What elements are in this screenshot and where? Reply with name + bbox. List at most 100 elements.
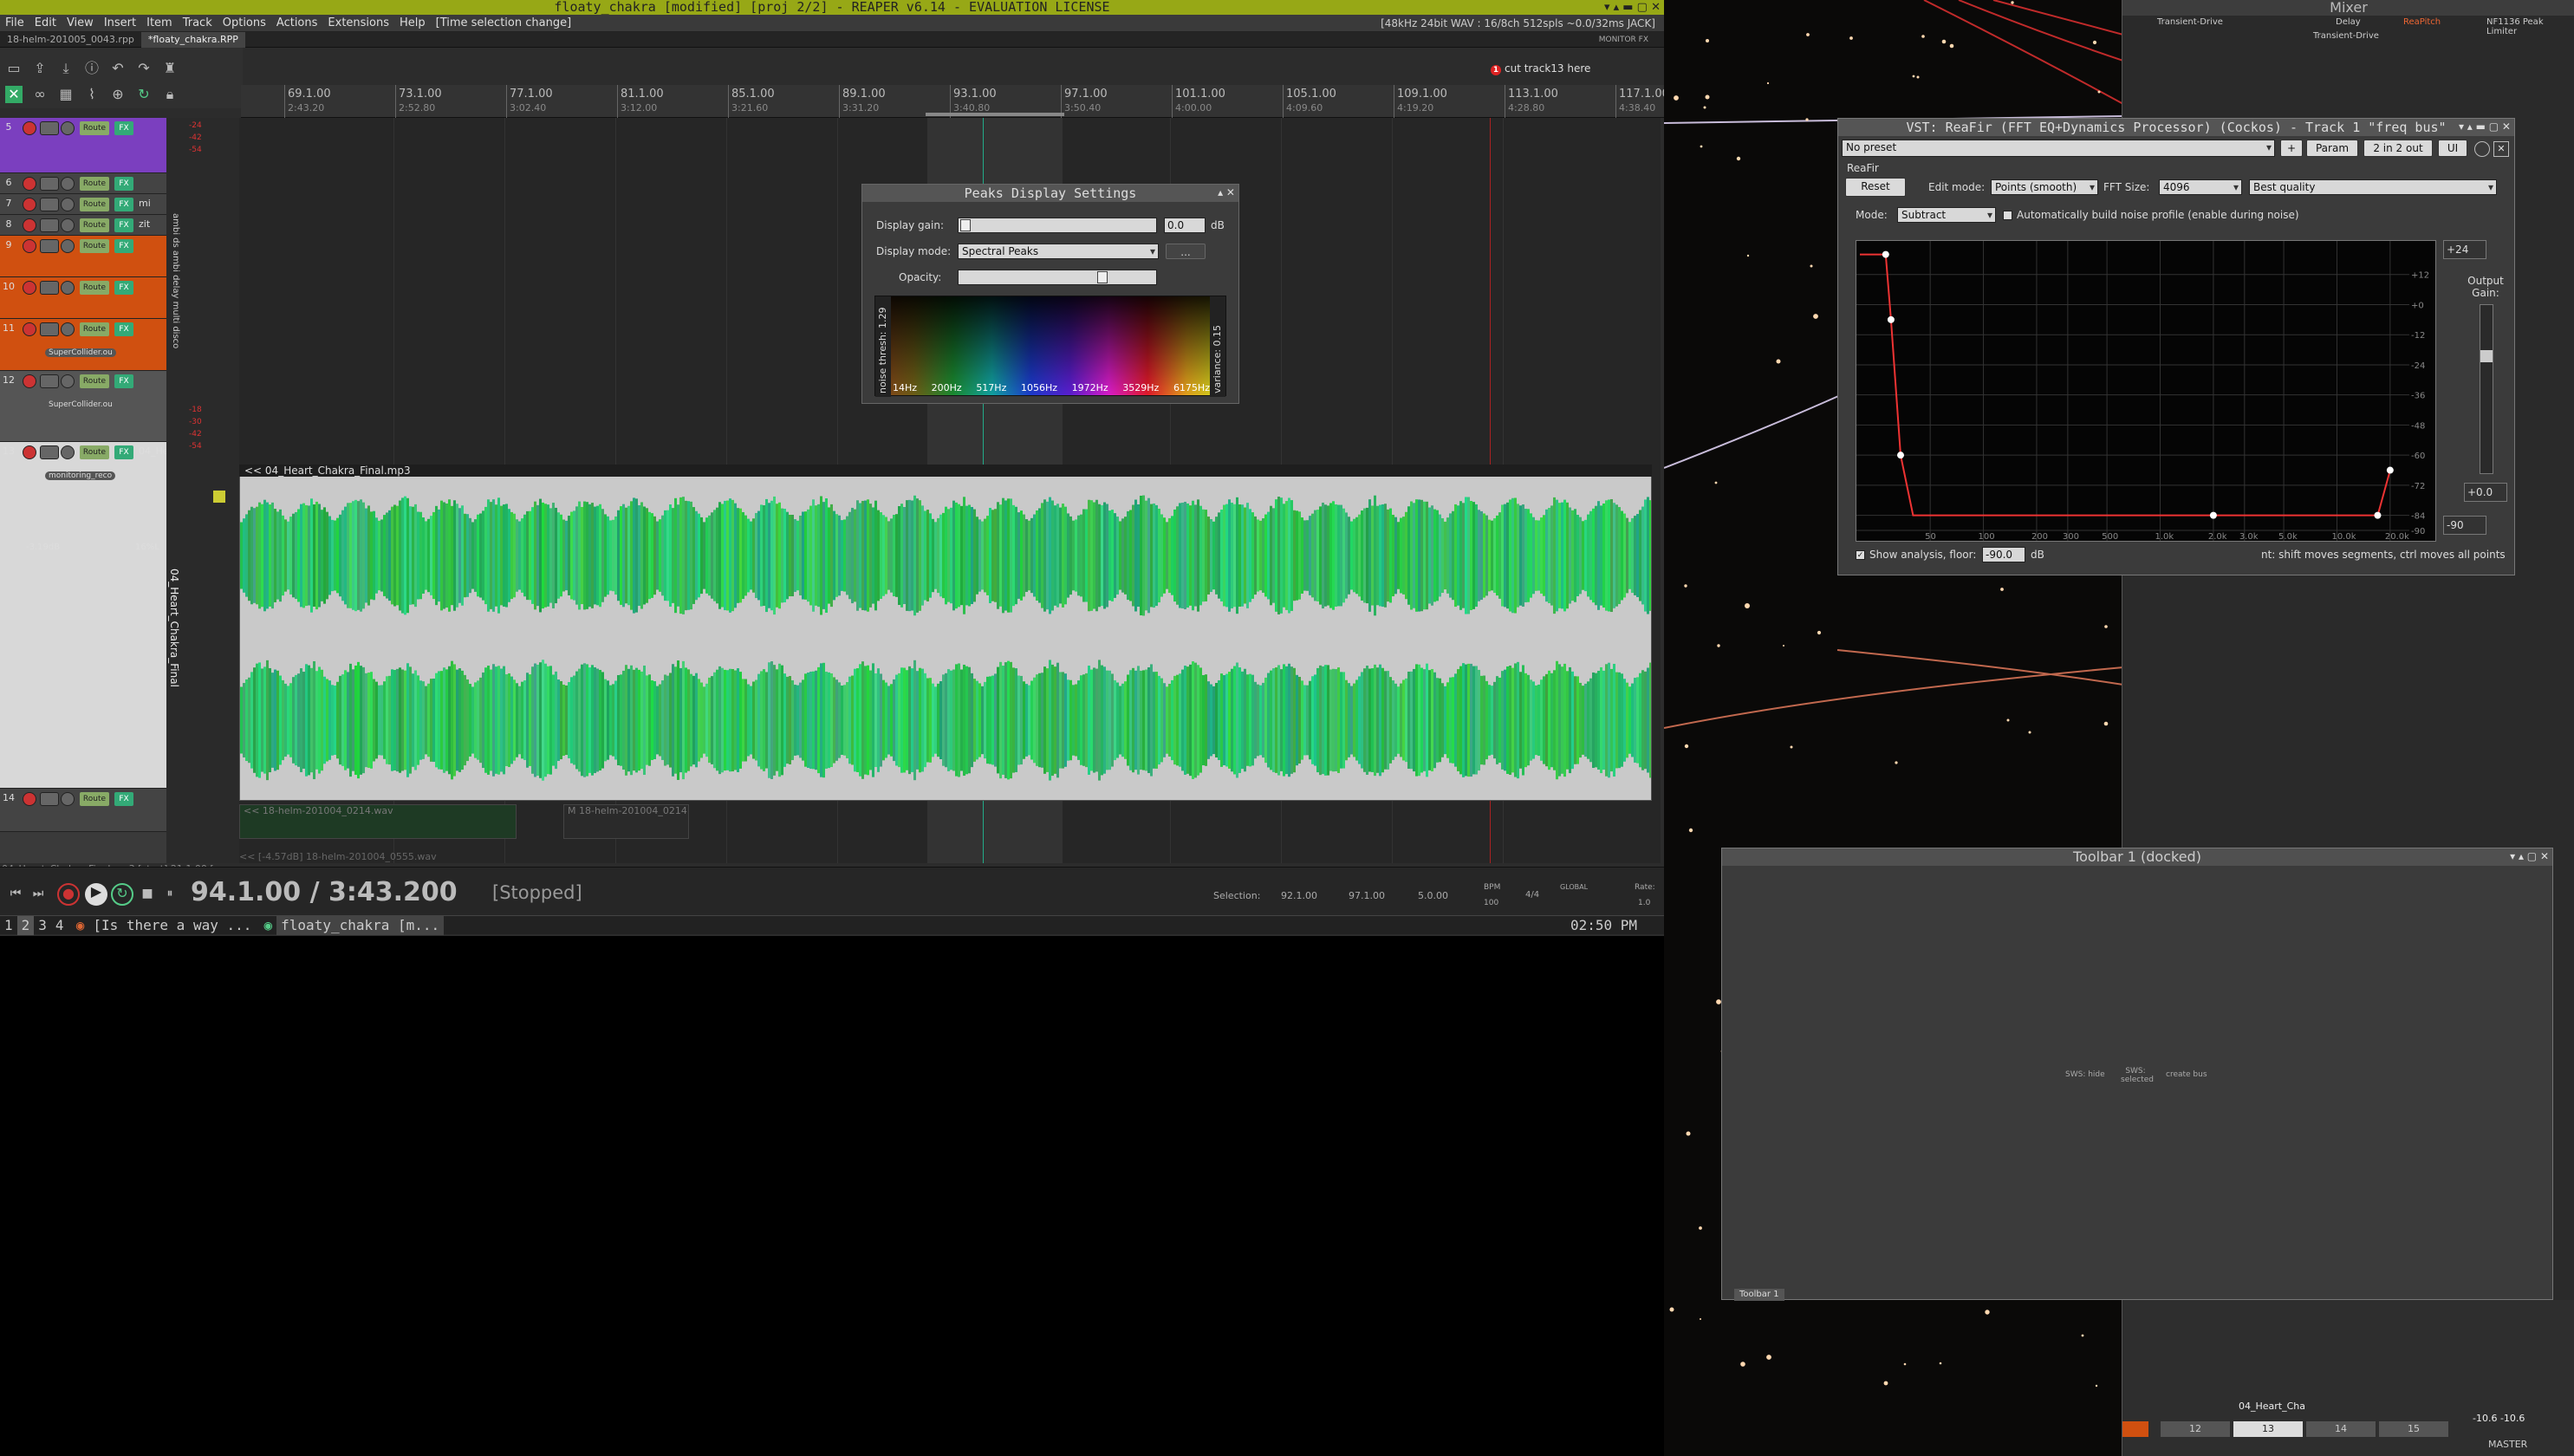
metronome-icon[interactable]: ♜ [161, 60, 179, 77]
menu-extensions[interactable]: Extensions [322, 15, 394, 32]
project-marker[interactable]: 1 cut track13 here [1491, 62, 1590, 75]
menu-item[interactable]: Item [141, 15, 178, 32]
track-header[interactable]: 8 Route FX zit [0, 215, 166, 236]
menu-view[interactable]: View [62, 15, 99, 32]
auto-noise-checkbox[interactable] [2003, 211, 2012, 220]
project-tab-2[interactable]: *floaty_chakra.RPP [140, 32, 245, 48]
workspace-1[interactable]: 1 [0, 916, 17, 935]
monitor-fx-button[interactable]: MONITOR FX [1592, 32, 1655, 48]
gain-value-input[interactable]: 0.0 [1164, 218, 1206, 233]
fx-button[interactable]: FX [114, 322, 133, 336]
media-item[interactable] [239, 465, 1652, 801]
mute-button[interactable] [40, 198, 59, 211]
mixer-channel-13[interactable]: 13 [2233, 1421, 2303, 1437]
mode-select[interactable]: Subtract [1897, 207, 1996, 223]
sws-selected-button[interactable]: SWS: selected [2121, 1067, 2154, 1084]
route-button[interactable]: Route [80, 792, 109, 806]
undo-icon[interactable]: ↶ [109, 60, 127, 77]
loop-icon[interactable]: ↻ [135, 86, 153, 103]
menu-options[interactable]: Options [218, 15, 271, 32]
record-arm-button[interactable] [23, 281, 36, 295]
record-arm-button[interactable] [23, 445, 36, 459]
solo-button[interactable] [61, 445, 75, 459]
solo-button[interactable] [61, 322, 75, 336]
taskbar-app-browser[interactable]: [Is there a way ... [88, 916, 256, 935]
record-arm-button[interactable] [23, 322, 36, 336]
mixer-channel-15[interactable]: 15 [2379, 1421, 2448, 1437]
menu-insert[interactable]: Insert [99, 15, 141, 32]
time-display[interactable]: 94.1.00 / 3:43.200 [191, 877, 458, 907]
fx-button[interactable]: FX [114, 792, 133, 806]
mute-button[interactable] [40, 792, 59, 806]
output-gain-value[interactable]: +0.0 [2464, 483, 2507, 502]
mode-options-button[interactable]: ... [1166, 244, 1206, 259]
fx-button[interactable]: FX [114, 445, 133, 459]
record-icon[interactable]: ● [57, 883, 80, 906]
redo-icon[interactable]: ↷ [135, 60, 153, 77]
project-tab-1[interactable]: 18-helm-201005_0043.rpp [0, 32, 141, 48]
fx-slot[interactable]: NF1136 Peak Limiter [2486, 17, 2574, 36]
dialog-close-icon[interactable]: ▴ ✕ [1218, 186, 1235, 198]
lock-icon[interactable]: 🔒︎ [161, 86, 179, 103]
open-project-icon[interactable]: ⇪ [31, 60, 49, 77]
opacity-slider[interactable] [958, 270, 1157, 285]
menu-edit[interactable]: Edit [29, 15, 62, 32]
record-arm-button[interactable] [23, 374, 36, 388]
preset-select[interactable]: No preset [1842, 140, 2275, 157]
noise-threshold-slider[interactable]: noise thresh: 1.29 [875, 296, 891, 397]
plugin-window-controls[interactable]: ▾ ▴ ▬ ▢ ✕ [2459, 120, 2511, 133]
solo-button[interactable] [61, 218, 75, 232]
mixer-channel-12[interactable]: 12 [2161, 1421, 2230, 1437]
mixer-channel-14[interactable]: 14 [2306, 1421, 2376, 1437]
fx-slot[interactable]: Transient-Drive [2157, 17, 2223, 27]
track-fx-chip[interactable]: SuperCollider.ou [45, 400, 116, 409]
link-icon[interactable]: ∞ [31, 86, 49, 103]
project-settings-icon[interactable]: ⓘ [83, 60, 101, 77]
io-button[interactable]: 2 in 2 out [2363, 140, 2433, 157]
track-header[interactable]: 11 Route FX SuperCollider.ou [0, 319, 166, 371]
global-label[interactable]: GLOBAL [1560, 883, 1588, 891]
param-button[interactable]: Param [2306, 140, 2358, 157]
route-button[interactable]: Route [80, 281, 109, 295]
track-name[interactable]: mi [139, 198, 151, 209]
time-selection-bar[interactable] [926, 113, 1064, 116]
sws-hide-button[interactable]: SWS: hide [2065, 1070, 2105, 1079]
track-fx-chip[interactable]: SuperCollider.ou [45, 348, 116, 357]
taskbar-app-reaper[interactable]: floaty_chakra [m... [276, 916, 445, 935]
gain-slider[interactable] [958, 218, 1157, 233]
track-header[interactable]: 13 Route FX 04_Heart_Chakra_Final monitoring… [0, 442, 248, 789]
reset-button[interactable]: Reset [1845, 178, 1906, 197]
track-header[interactable]: 6 Route FX [0, 173, 166, 194]
fx-button[interactable]: FX [114, 177, 133, 191]
bypass-icon[interactable] [2474, 141, 2490, 157]
solo-button[interactable] [61, 121, 75, 135]
mute-button[interactable] [40, 177, 59, 191]
track-name[interactable]: zit [139, 218, 150, 230]
mute-button[interactable] [40, 121, 59, 135]
display-mode-select[interactable]: Spectral Peaks [958, 244, 1159, 259]
gain-range-box[interactable]: +24 [2443, 240, 2486, 259]
route-button[interactable]: Route [80, 198, 109, 211]
fx-slot[interactable]: ReaPitch [2403, 17, 2441, 27]
track-header[interactable]: 10 Route FX [0, 277, 166, 319]
save-project-icon[interactable]: ⤓ [57, 60, 75, 77]
fx-slot[interactable]: Transient-Drive [2313, 31, 2379, 41]
route-button[interactable]: Route [80, 322, 109, 336]
solo-button[interactable] [61, 374, 75, 388]
ripple-edit-icon[interactable]: ✕ [5, 86, 23, 103]
menu-help[interactable]: Help [394, 15, 431, 32]
menu-actions[interactable]: Actions [271, 15, 323, 32]
fx-button[interactable]: FX [114, 239, 133, 253]
toolbar1-window-controls[interactable]: ▾ ▴ ▢ ✕ [2510, 850, 2549, 862]
envelope-icon[interactable]: ⌇ [83, 86, 101, 103]
stop-icon[interactable]: ■ [139, 885, 156, 902]
record-arm-button[interactable] [23, 218, 36, 232]
track-header[interactable]: 12 Route FX SuperCollider.ou [0, 371, 166, 442]
ui-button[interactable]: UI [2438, 140, 2467, 157]
menu-track[interactable]: Track [178, 15, 218, 32]
eq-curve[interactable]: 50 100 200 300 500 1.0k 2.0k 3.0k 5.0k 10.0k 20.0k… [1856, 241, 2435, 542]
show-analysis-checkbox[interactable]: ✓ [1856, 550, 1865, 560]
spectral-color-map[interactable]: noise thresh: 1.29 variance: 0.15 14Hz 20… [874, 296, 1226, 397]
pause-icon[interactable]: ⏸ [161, 885, 179, 902]
workspace-3[interactable]: 3 [34, 916, 51, 935]
